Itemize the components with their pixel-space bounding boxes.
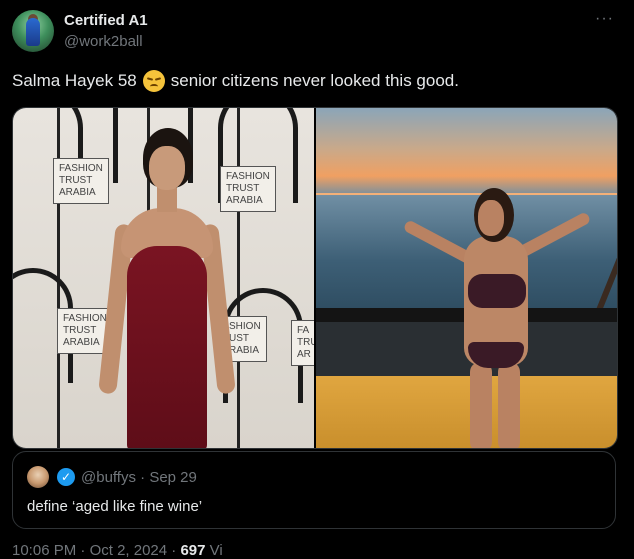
disappointed-relieved-face-icon (142, 70, 165, 92)
meta-separator: · (140, 469, 146, 486)
quoted-tweet-meta: @buffys · Sep 29 (81, 469, 197, 486)
tweet-date[interactable]: Oct 2, 2024 (90, 542, 168, 559)
tweet-time[interactable]: 10:06 PM (12, 542, 76, 559)
quoted-tweet-date[interactable]: Sep 29 (149, 469, 197, 486)
author-display-name[interactable]: Certified A1 (64, 12, 148, 29)
fashion-trust-arabia-sign: FASHION TRUST ARABIA (220, 166, 276, 212)
fashion-trust-arabia-sign: FASHION TRUST ARABIA (53, 158, 109, 204)
photo-boat-sunset[interactable] (316, 108, 617, 448)
verified-badge-icon: ✓ (57, 468, 75, 486)
tweet-text-after: senior citizens never looked this good. (170, 71, 459, 90)
tweet-footer: 10:06 PM · Oct 2, 2024 · 697 Vi (12, 542, 223, 559)
more-options-icon[interactable]: ··· (595, 10, 614, 28)
quoted-tweet-text: define ‘aged like fine wine’ (27, 498, 203, 515)
avatar-figure (26, 18, 40, 46)
fashion-trust-arabia-sign: FA TRU AR (291, 320, 314, 366)
views-count: 697 (180, 542, 206, 559)
footer-separator: · (171, 542, 177, 559)
tweet-text-before: Salma Hayek 58 (12, 71, 137, 90)
author-avatar[interactable] (12, 10, 54, 52)
quoted-author-handle[interactable]: @buffys (81, 469, 136, 486)
quoted-tweet[interactable]: ✓ @buffys · Sep 29 define ‘aged like fin… (12, 451, 616, 529)
footer-separator: · (80, 542, 86, 559)
photo-red-dress[interactable]: FASHION TRUST ARABIA FASHION TRUST ARABI… (13, 108, 314, 448)
tweet-media: FASHION TRUST ARABIA FASHION TRUST ARABI… (12, 107, 618, 449)
woman-on-boat (402, 186, 592, 448)
author-handle[interactable]: @work2ball (64, 33, 143, 50)
woman-in-red-dress (98, 128, 236, 448)
views-label: Vi (209, 542, 223, 559)
quoted-author-avatar[interactable] (27, 466, 49, 488)
tweet-text: Salma Hayek 58 senior citizens never loo… (12, 70, 459, 92)
